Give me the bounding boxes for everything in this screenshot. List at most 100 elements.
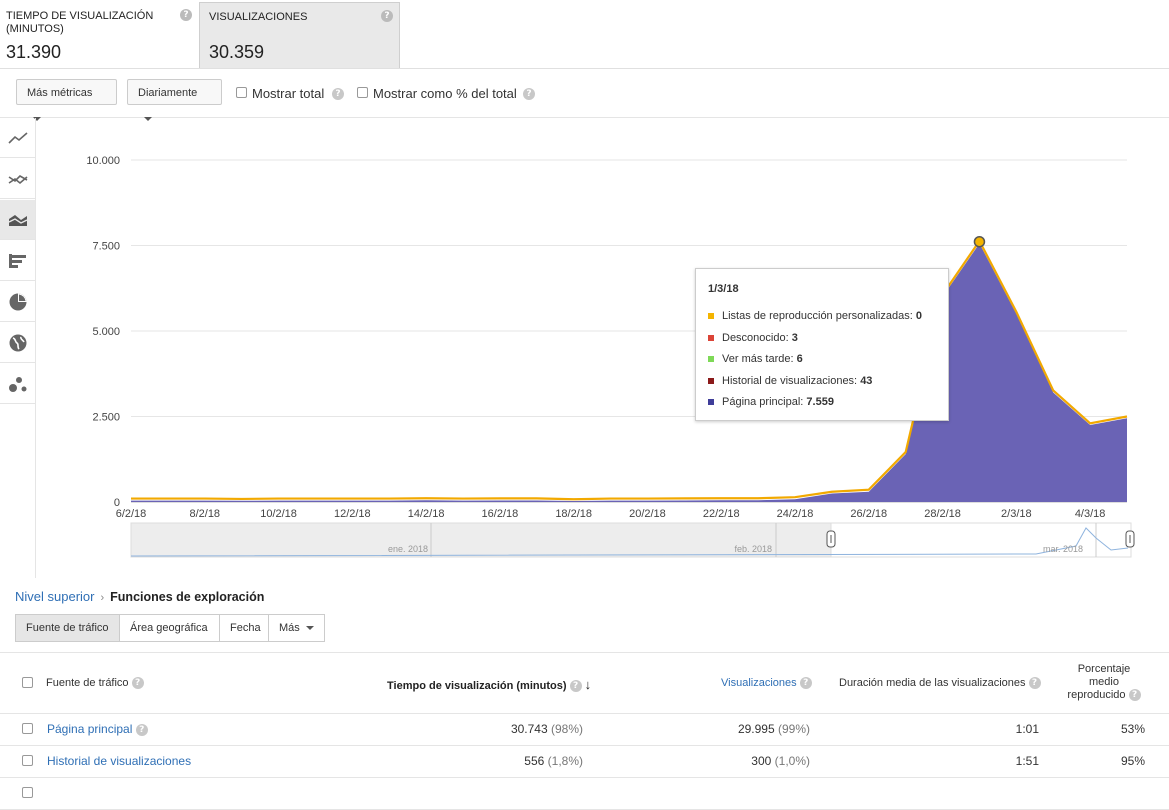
help-icon[interactable]: ? [381, 10, 393, 22]
tooltip-value: 0 [915, 310, 922, 322]
tab-more[interactable]: Más [268, 614, 325, 642]
column-header-label: Fuente de tráfico [46, 677, 129, 689]
metric-card-watch-time[interactable]: TIEMPO DE VISUALIZACIÓN (MINUTOS) ? 31.3… [0, 2, 198, 68]
tooltip-date: 1/3/18 [708, 283, 739, 295]
row-source-link[interactable]: Página principal ? [47, 722, 148, 736]
row-source-link[interactable]: Historial de visualizaciones [47, 754, 191, 768]
x-tick-label: 16/2/18 [482, 508, 519, 520]
column-header-avg-duration[interactable]: Duración media de las visualizaciones ? [839, 677, 1041, 690]
tooltip-value: 6 [796, 353, 803, 365]
tab-date[interactable]: Fecha [219, 614, 269, 642]
tooltip-label: Historial de visualizaciones: [722, 374, 858, 387]
table-row[interactable]: Página principal ? 30.743 (98%) 29.995 (… [0, 713, 1169, 746]
interval-label: Diariamente [138, 87, 198, 99]
interval-dropdown[interactable]: Diariamente [127, 79, 222, 122]
x-tick-label: 22/2/18 [703, 508, 740, 520]
y-tick-label: 7.500 [92, 241, 120, 253]
views-area-chart[interactable]: 10.000 7.500 5.000 2.500 0 6/2/18 8/2/18 10/2/1… [36, 118, 1146, 563]
chart-type-rail [0, 118, 36, 578]
multi-line-button[interactable] [0, 159, 35, 199]
x-tick-label: 24/2/18 [777, 508, 814, 520]
column-header-label: Visualizaciones [721, 677, 797, 689]
column-header-views[interactable]: Visualizaciones ? [721, 677, 812, 690]
series-area-pagina-principal [131, 243, 1127, 502]
tooltip-label: Listas de reproducción personalizadas: [722, 310, 913, 322]
pie-chart-button[interactable] [0, 282, 35, 322]
tab-more-label: Más [279, 622, 300, 634]
column-header-label: Porcentaje [1077, 663, 1131, 675]
row-checkbox[interactable] [22, 787, 33, 798]
help-icon[interactable]: ? [180, 9, 192, 21]
row-views: 29.995 (99%) [737, 722, 810, 736]
column-header-pct-viewed[interactable]: Porcentaje medio reproducido ? [1064, 663, 1144, 702]
select-all-checkbox[interactable] [22, 677, 33, 688]
help-icon[interactable]: ? [135, 723, 148, 736]
mini-month-label: feb. 2018 [734, 544, 772, 554]
table-row[interactable]: Historial de visualizaciones 556 (1,8%) … [0, 745, 1169, 778]
bar-chart-icon [8, 253, 26, 268]
metric-value: 30.359 [209, 42, 265, 62]
column-header-label: reproducido ? [1064, 689, 1144, 702]
pie-chart-icon [9, 293, 26, 310]
tooltip-value: 7.559 [806, 396, 834, 408]
tab-geography[interactable]: Área geográfica [119, 614, 220, 642]
tooltip-row: Ver más tarde: 6 [708, 349, 936, 371]
line-chart-icon [7, 131, 28, 144]
mini-month-label: ene. 2018 [388, 544, 428, 554]
more-metrics-button[interactable]: Más métricas [16, 79, 117, 122]
help-icon[interactable]: ? [1128, 689, 1141, 702]
sort-desc-icon: ↓ [584, 677, 592, 692]
x-tick-label: 26/2/18 [850, 508, 887, 520]
show-total-checkbox[interactable] [236, 87, 247, 98]
x-tick-label: 4/3/18 [1075, 508, 1106, 520]
column-header-label: Tiempo de visualización (minutos) [387, 680, 567, 692]
tooltip-value: 43 [860, 374, 873, 387]
help-icon[interactable]: ? [569, 680, 582, 693]
column-header-source[interactable]: Fuente de tráfico ? [46, 677, 144, 690]
legend-swatch [708, 313, 714, 320]
table-header: Fuente de tráfico ? Tiempo de visualizac… [0, 652, 1169, 714]
y-tick-label: 2.500 [92, 412, 120, 424]
help-icon[interactable]: ? [799, 677, 812, 690]
x-tick-label: 8/2/18 [189, 508, 220, 520]
y-tick-label: 5.000 [92, 326, 120, 338]
x-tick-label: 12/2/18 [334, 508, 371, 520]
table-row[interactable] [0, 777, 1169, 810]
row-avg-duration: 1:51 [1015, 754, 1039, 768]
caret-down-icon [305, 626, 314, 631]
x-tick-label: 18/2/18 [555, 508, 592, 520]
bubble-chart-button[interactable] [0, 364, 35, 404]
row-checkbox[interactable] [22, 755, 33, 766]
row-checkbox[interactable] [22, 723, 33, 734]
stacked-area-icon [8, 214, 27, 226]
x-tick-label: 6/2/18 [116, 508, 147, 520]
breadcrumb-separator: › [100, 592, 105, 604]
tooltip-label: Desconocido: [722, 331, 789, 344]
row-pct-viewed: 53% [1120, 722, 1145, 736]
row-watch-time: 556 (1,8%) [524, 754, 583, 768]
legend-swatch [708, 399, 714, 406]
show-pct-checkbox[interactable] [357, 87, 368, 98]
chart-toolbar: Más métricas Diariamente Mostrar total ?… [0, 69, 1169, 122]
stacked-area-button[interactable] [0, 200, 35, 240]
tooltip-row: Página principal: 7.559 [708, 392, 936, 414]
breadcrumb: Nivel superior › Funciones de exploración [15, 589, 264, 604]
help-icon[interactable]: ? [1028, 677, 1041, 690]
legend-swatch [708, 356, 714, 363]
metric-value: 31.390 [6, 42, 62, 62]
tab-traffic-source[interactable]: Fuente de tráfico [15, 614, 120, 642]
column-header-watch-time[interactable]: Tiempo de visualización (minutos) ? ↓ [387, 677, 592, 693]
metric-label: VISUALIZACIONES [209, 11, 308, 23]
map-chart-button[interactable] [0, 323, 35, 363]
help-icon[interactable]: ? [131, 677, 144, 690]
help-icon[interactable]: ? [332, 88, 344, 100]
legend-swatch [708, 377, 714, 384]
y-tick-label: 10.000 [86, 155, 120, 167]
x-tick-label: 20/2/18 [629, 508, 666, 520]
breadcrumb-current: Funciones de exploración [110, 590, 265, 604]
line-chart-button[interactable] [0, 118, 35, 158]
bar-chart-button[interactable] [0, 241, 35, 281]
help-icon[interactable]: ? [523, 88, 535, 100]
metric-card-views[interactable]: VISUALIZACIONES ? 30.359 [199, 2, 400, 68]
breadcrumb-root-link[interactable]: Nivel superior [15, 589, 94, 604]
